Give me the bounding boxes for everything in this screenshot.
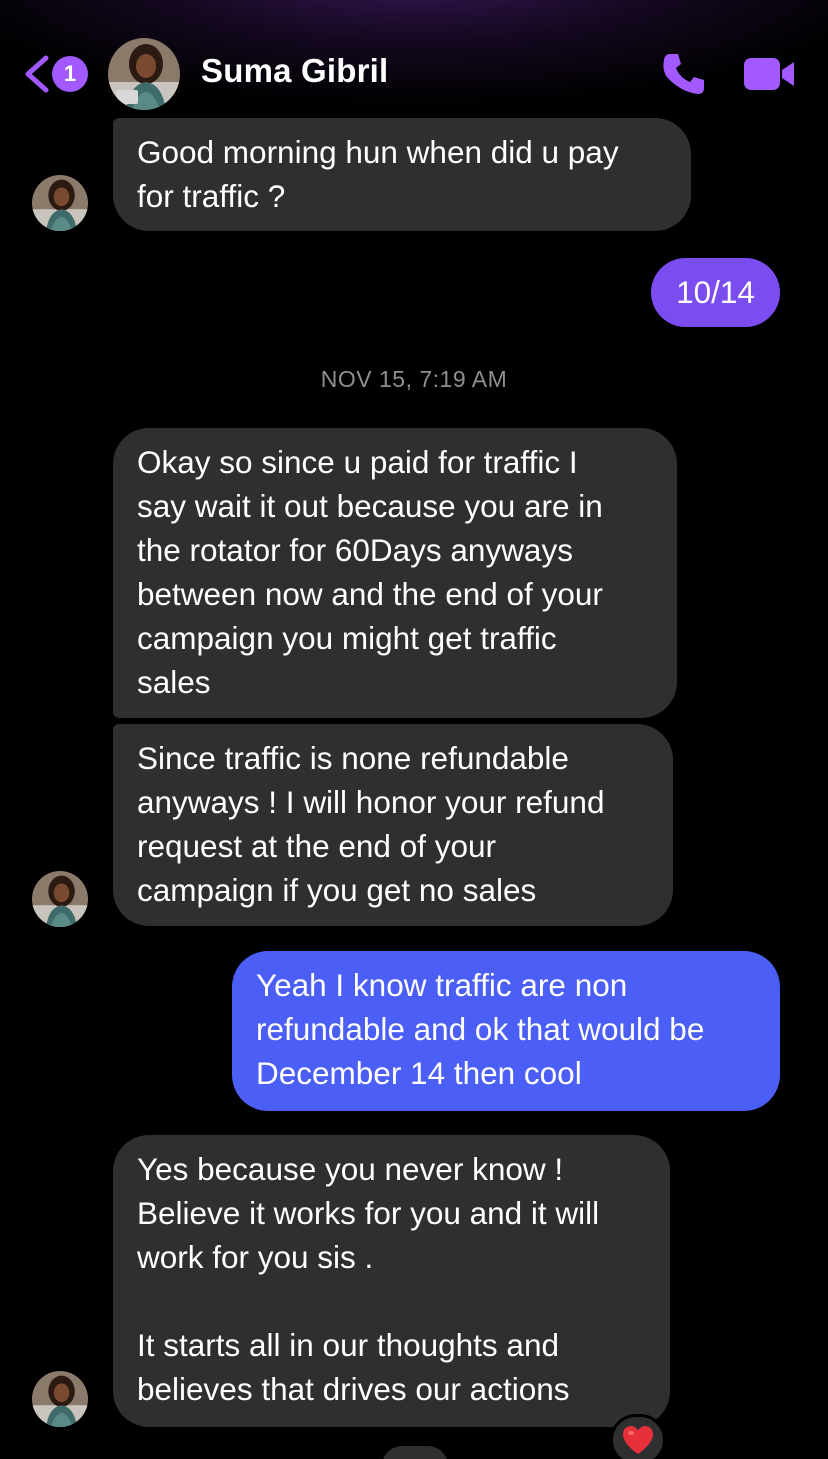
video-camera-icon: [744, 58, 794, 90]
incoming-message-bubble[interactable]: Yes because you never know ! Believe it …: [113, 1135, 670, 1427]
unread-count-badge: 1: [52, 56, 88, 92]
chat-header: 1 Suma Gibril: [0, 0, 828, 118]
typing-indicator: [382, 1446, 448, 1459]
phone-icon: [663, 54, 704, 94]
incoming-message-bubble[interactable]: Good morning hun when did u pay for traf…: [113, 118, 691, 231]
contact-name[interactable]: Suma Gibril: [201, 52, 388, 90]
outgoing-message-bubble[interactable]: Yeah I know traffic are non refundable a…: [232, 951, 780, 1111]
timestamp-divider: NOV 15, 7:19 AM: [320, 366, 508, 392]
chevron-left-icon: [25, 55, 49, 93]
chat-screen: 1 Suma Gibril Good morning hun when did …: [0, 0, 828, 1459]
sender-avatar[interactable]: [32, 871, 88, 927]
call-button[interactable]: [660, 50, 708, 98]
heart-icon: [623, 1426, 653, 1454]
incoming-message-bubble[interactable]: Okay so since u paid for traffic I say w…: [113, 428, 677, 718]
incoming-message-bubble[interactable]: Since traffic is none refundable anyways…: [113, 724, 673, 926]
sender-avatar[interactable]: [32, 1371, 88, 1427]
video-call-button[interactable]: [740, 52, 798, 96]
heart-reaction[interactable]: [610, 1414, 666, 1459]
contact-avatar[interactable]: [108, 38, 180, 110]
back-button[interactable]: 1: [22, 52, 92, 96]
outgoing-message-bubble[interactable]: 10/14: [651, 258, 780, 327]
sender-avatar[interactable]: [32, 175, 88, 231]
